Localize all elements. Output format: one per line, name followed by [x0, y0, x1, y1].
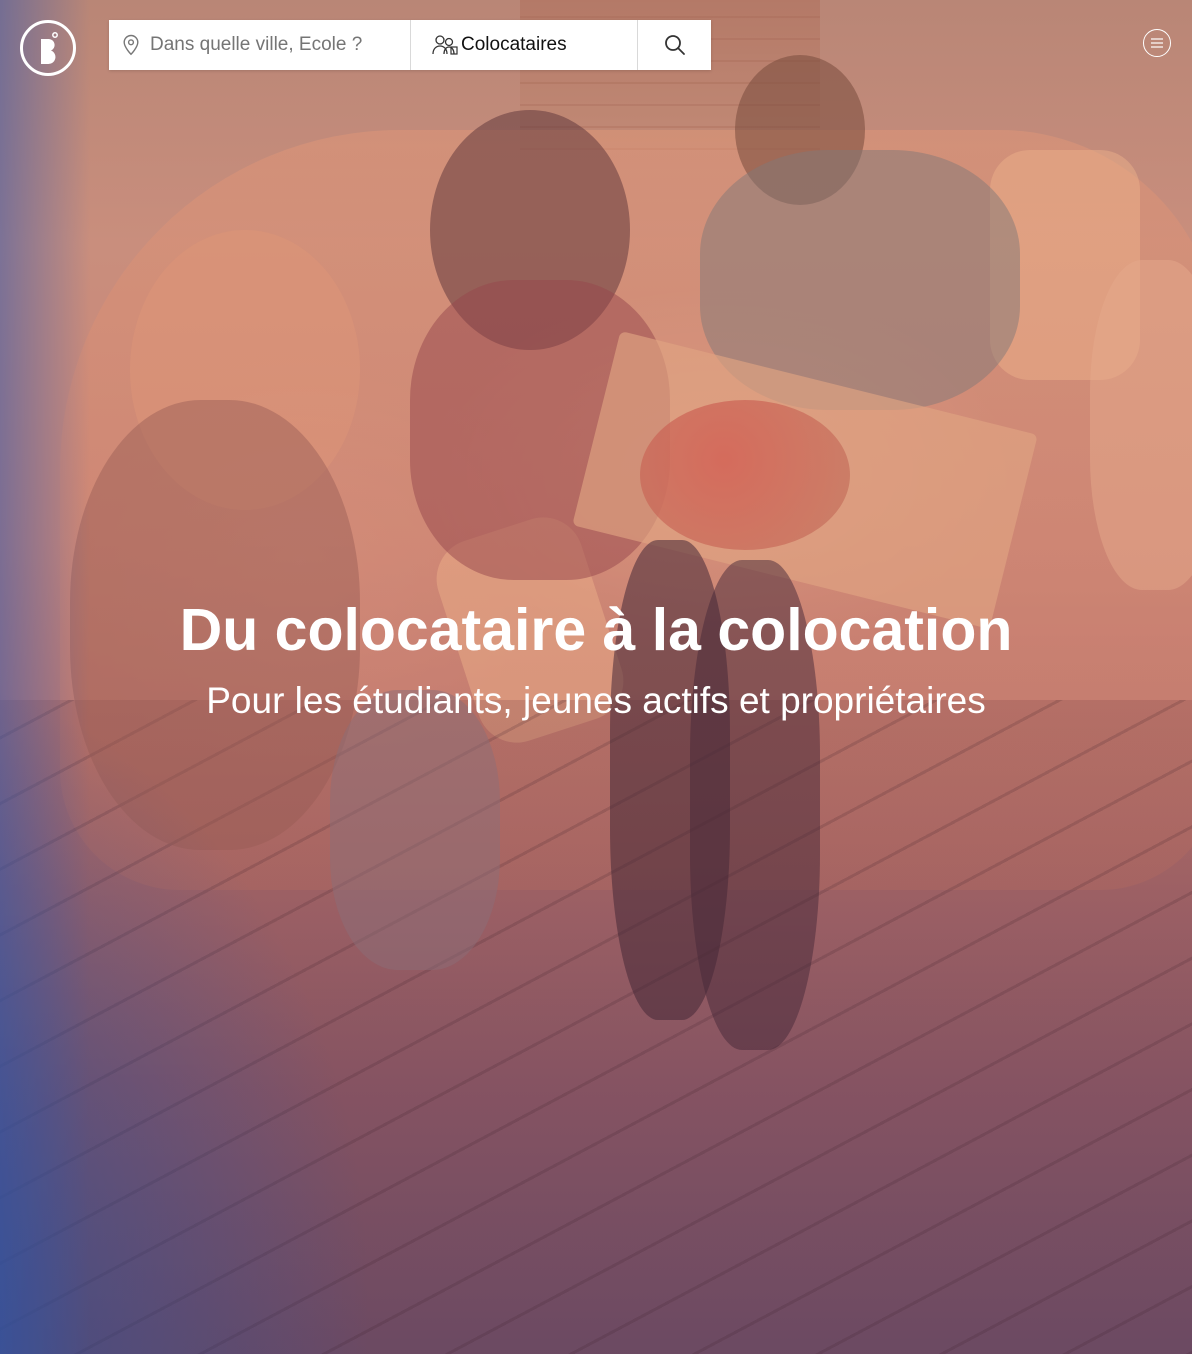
search-submit-button[interactable]	[638, 20, 711, 70]
hero-section: Colocataires Du colocataire à la colocat…	[0, 0, 1192, 1354]
site-logo[interactable]	[20, 20, 76, 76]
hamburger-menu-icon	[1151, 38, 1163, 48]
roommates-type-label: Colocataires	[461, 34, 567, 55]
search-icon	[664, 35, 685, 55]
city-search-field[interactable]	[109, 20, 411, 70]
bubble-logo-icon	[41, 32, 58, 65]
background-person	[1090, 260, 1192, 590]
background-pizza	[640, 400, 850, 550]
menu-button[interactable]	[1143, 29, 1171, 57]
roommates-type-selector[interactable]: Colocataires	[411, 20, 638, 70]
city-search-input[interactable]	[148, 33, 392, 57]
hero-title: Du colocataire à la colocation	[179, 597, 1013, 663]
search-bar: Colocataires	[109, 20, 711, 70]
roommates-icon	[432, 35, 458, 55]
background-person-legs	[330, 690, 500, 970]
location-pin-icon	[123, 34, 139, 56]
hero-subtitle: Pour les étudiants, jeunes actifs et pro…	[206, 680, 986, 721]
